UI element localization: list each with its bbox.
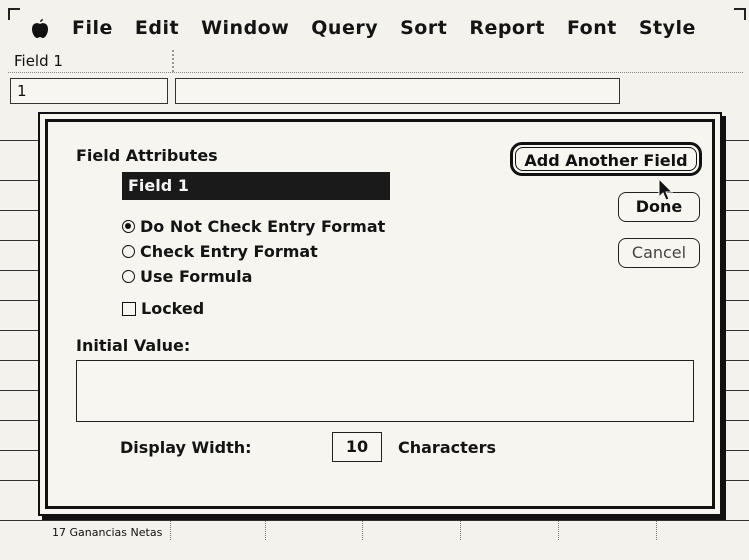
display-width-input[interactable]: 10 bbox=[332, 432, 382, 462]
row-label: Ganancias Netas bbox=[69, 526, 163, 539]
initial-value-label: Initial Value: bbox=[76, 336, 191, 355]
row-17: 17 Ganancias Netas bbox=[52, 526, 162, 539]
radio-label: Use Formula bbox=[140, 267, 253, 286]
screen-corner-top-right bbox=[734, 8, 746, 20]
display-width-label: Display Width: bbox=[120, 438, 252, 457]
grid-column-line bbox=[362, 516, 363, 540]
grid-column-line bbox=[558, 516, 559, 540]
grid-column-line bbox=[170, 516, 171, 540]
apple-menu-icon[interactable] bbox=[30, 17, 50, 39]
grid-row-line bbox=[0, 520, 749, 521]
field-name-input[interactable]: Field 1 bbox=[122, 172, 390, 200]
characters-label: Characters bbox=[398, 438, 497, 457]
radio-button[interactable] bbox=[122, 245, 135, 258]
radio-button[interactable] bbox=[122, 270, 135, 283]
radio-do-not-check[interactable]: Do Not Check Entry Format bbox=[122, 214, 385, 239]
menu-file[interactable]: File bbox=[72, 17, 113, 39]
menu-style[interactable]: Style bbox=[639, 17, 696, 39]
menu-query[interactable]: Query bbox=[311, 17, 378, 39]
menubar: File Edit Window Query Sort Report Font … bbox=[30, 14, 730, 42]
menu-sort[interactable]: Sort bbox=[400, 17, 447, 39]
locked-checkbox[interactable] bbox=[122, 301, 136, 316]
menu-edit[interactable]: Edit bbox=[135, 17, 179, 39]
grid-column-line bbox=[460, 516, 461, 540]
record-entry-cell[interactable]: 1 bbox=[10, 78, 168, 104]
cancel-button[interactable]: Cancel bbox=[618, 238, 700, 268]
add-another-field-button[interactable]: Add Another Field bbox=[510, 142, 702, 176]
grid-column-line bbox=[265, 516, 266, 540]
radio-label: Do Not Check Entry Format bbox=[140, 217, 386, 236]
locked-checkbox-row[interactable]: Locked bbox=[122, 299, 204, 318]
locked-label: Locked bbox=[141, 299, 205, 318]
menu-font[interactable]: Font bbox=[567, 17, 617, 39]
column-separator bbox=[172, 50, 174, 72]
entry-format-radio-group: Do Not Check Entry Format Check Entry Fo… bbox=[122, 214, 385, 289]
radio-use-formula[interactable]: Use Formula bbox=[122, 264, 385, 289]
dialog-title: Field Attributes bbox=[76, 146, 218, 165]
row-number: 17 bbox=[52, 526, 66, 539]
dialog-frame: Field Attributes Field 1 Do Not Check En… bbox=[45, 119, 715, 509]
initial-value-field[interactable] bbox=[76, 360, 694, 422]
radio-check-entry-format[interactable]: Check Entry Format bbox=[122, 239, 385, 264]
radio-label: Check Entry Format bbox=[140, 242, 318, 261]
screen-corner-top-left bbox=[8, 8, 20, 20]
column-header-field: Field 1 bbox=[14, 52, 63, 70]
record-entry-cell-wide[interactable] bbox=[175, 78, 620, 104]
grid-column-line bbox=[656, 516, 657, 540]
column-header-row bbox=[8, 50, 743, 73]
mouse-pointer-icon bbox=[658, 178, 674, 201]
radio-button-selected[interactable] bbox=[122, 220, 135, 233]
menu-window[interactable]: Window bbox=[201, 17, 289, 39]
add-another-field-label: Add Another Field bbox=[515, 147, 697, 171]
menu-report[interactable]: Report bbox=[469, 17, 545, 39]
field-attributes-dialog: Field Attributes Field 1 Do Not Check En… bbox=[38, 112, 722, 516]
